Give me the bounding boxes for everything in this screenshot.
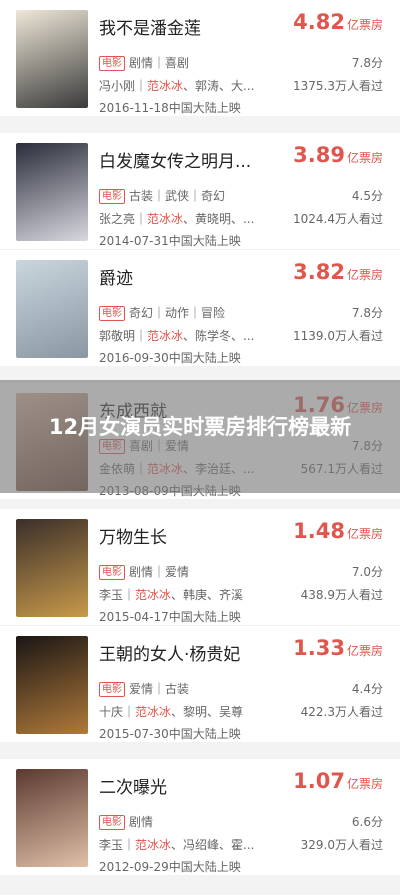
movie-title[interactable]: 王朝的女人·杨贵妃 — [99, 640, 240, 665]
genres: 剧情｜喜剧 — [129, 56, 190, 70]
genre-row: 电影 剧情｜爱情 — [99, 563, 189, 580]
viewer-count: 329.0万人看过 — [300, 838, 383, 852]
movie-tag: 电影 — [99, 56, 125, 71]
director: 十庆｜ — [99, 705, 136, 719]
box-office: 1.48 亿票房 — [293, 519, 383, 543]
other-cast: 、黄晓明、... — [183, 212, 255, 226]
cast-row: 冯小刚｜范冰冰、郭涛、大... — [99, 77, 254, 94]
movie-tag: 电影 — [99, 306, 125, 321]
director: 冯小刚｜ — [99, 79, 148, 93]
other-cast: 、陈学冬、... — [183, 329, 255, 343]
release-date: 2015-07-30中国大陆上映 — [99, 727, 241, 741]
movie-card[interactable]: 万物生长 1.48 亿票房电影 剧情｜爱情 7.0分李玉｜范冰冰、韩庚、齐溪 438.9万… — [0, 509, 400, 625]
cast-row: 郭敬明｜范冰冰、陈学冬、... — [99, 327, 254, 344]
viewer-count: 1139.0万人看过 — [293, 329, 383, 343]
other-cast: 、韩庚、齐溪 — [171, 588, 244, 602]
box-office-unit: 亿票房 — [346, 527, 383, 541]
banner-title: 12月女演员实时票房排行榜最新 — [48, 415, 352, 439]
viewer-count: 422.3万人看过 — [300, 705, 383, 719]
box-office-unit: 亿票房 — [346, 777, 383, 791]
rating: 4.4分 — [351, 682, 383, 696]
box-office: 1.33 亿票房 — [293, 636, 383, 660]
movie-tag: 电影 — [99, 189, 125, 204]
genre-row: 电影 剧情 — [99, 813, 153, 830]
movie-card[interactable]: 二次曝光 1.07 亿票房电影 剧情 6.6分李玉｜范冰冰、冯绍峰、霍... 329.0万… — [0, 759, 400, 875]
rating: 6.6分 — [351, 815, 383, 829]
release-date: 2014-07-31中国大陆上映 — [99, 234, 241, 248]
movie-poster[interactable] — [16, 260, 88, 358]
movie-card[interactable]: 我不是潘金莲 4.82 亿票房电影 剧情｜喜剧 7.8分冯小刚｜范冰冰、郭涛、大... 1… — [0, 0, 400, 116]
rating: 7.8分 — [351, 56, 383, 70]
cast-row: 李玉｜范冰冰、韩庚、齐溪 — [99, 586, 243, 603]
other-cast: 、郭涛、大... — [183, 79, 255, 93]
movie-poster[interactable] — [16, 143, 88, 241]
box-office: 1.07 亿票房 — [293, 769, 383, 793]
release-date: 2016-11-18中国大陆上映 — [99, 101, 241, 115]
genres: 爱情｜古装 — [129, 682, 190, 696]
movie-tag: 电影 — [99, 565, 125, 580]
movie-title[interactable]: 白发魔女传之明月... — [99, 147, 251, 172]
box-office: 3.82 亿票房 — [293, 260, 383, 284]
genres: 剧情 — [129, 815, 154, 829]
highlighted-actor: 范冰冰 — [147, 212, 184, 226]
box-office-value: 1.07 — [293, 769, 345, 793]
movie-poster[interactable] — [16, 10, 88, 108]
box-office-unit: 亿票房 — [346, 18, 383, 32]
genres: 剧情｜爱情 — [129, 565, 190, 579]
director: 李玉｜ — [99, 838, 136, 852]
movie-title[interactable]: 爵迹 — [99, 264, 133, 289]
box-office-unit: 亿票房 — [346, 151, 383, 165]
highlighted-actor: 范冰冰 — [135, 838, 172, 852]
genres: 古装｜武侠｜奇幻 — [129, 189, 226, 203]
release-date: 2016-09-30中国大陆上映 — [99, 351, 241, 365]
box-office-value: 1.33 — [293, 636, 345, 660]
cast-row: 十庆｜范冰冰、黎明、吴尊 — [99, 703, 243, 720]
box-office: 3.89 亿票房 — [293, 143, 383, 167]
highlighted-actor: 范冰冰 — [135, 705, 172, 719]
rating: 7.8分 — [351, 306, 383, 320]
box-office-unit: 亿票房 — [346, 268, 383, 282]
movie-card[interactable]: 王朝的女人·杨贵妃 1.33 亿票房电影 爱情｜古装 4.4分十庆｜范冰冰、黎明、吴尊 4… — [0, 626, 400, 742]
box-office-value: 3.89 — [293, 143, 345, 167]
other-cast: 、冯绍峰、霍... — [171, 838, 255, 852]
box-office-value: 4.82 — [293, 10, 345, 34]
movie-title[interactable]: 二次曝光 — [99, 773, 167, 798]
box-office-unit: 亿票房 — [346, 644, 383, 658]
director: 张之亮｜ — [99, 212, 148, 226]
movie-poster[interactable] — [16, 769, 88, 867]
release-date: 2015-04-17中国大陆上映 — [99, 610, 241, 624]
rating: 4.5分 — [351, 189, 383, 203]
genres: 奇幻｜动作｜冒险 — [129, 306, 226, 320]
box-office-value: 3.82 — [293, 260, 345, 284]
box-office-value: 1.48 — [293, 519, 345, 543]
box-office: 4.82 亿票房 — [293, 10, 383, 34]
movie-title[interactable]: 万物生长 — [99, 523, 167, 548]
genre-row: 电影 奇幻｜动作｜冒险 — [99, 304, 225, 321]
highlighted-actor: 范冰冰 — [147, 329, 184, 343]
viewer-count: 438.9万人看过 — [300, 588, 383, 602]
viewer-count: 1375.3万人看过 — [293, 79, 383, 93]
other-cast: 、黎明、吴尊 — [171, 705, 244, 719]
rating: 7.0分 — [351, 565, 383, 579]
cast-row: 张之亮｜范冰冰、黄晓明、... — [99, 210, 254, 227]
movie-poster[interactable] — [16, 636, 88, 734]
movie-card[interactable]: 白发魔女传之明月... 3.89 亿票房电影 古装｜武侠｜奇幻 4.5分张之亮｜范冰冰、… — [0, 133, 400, 249]
cast-row: 李玉｜范冰冰、冯绍峰、霍... — [99, 836, 254, 853]
director: 郭敬明｜ — [99, 329, 148, 343]
highlighted-actor: 范冰冰 — [135, 588, 172, 602]
movie-tag: 电影 — [99, 815, 125, 830]
genre-row: 电影 爱情｜古装 — [99, 680, 189, 697]
release-date: 2012-09-29中国大陆上映 — [99, 860, 241, 874]
highlighted-actor: 范冰冰 — [147, 79, 184, 93]
viewer-count: 1024.4万人看过 — [293, 212, 383, 226]
movie-poster[interactable] — [16, 519, 88, 617]
genre-row: 电影 剧情｜喜剧 — [99, 54, 189, 71]
director: 李玉｜ — [99, 588, 136, 602]
movie-title[interactable]: 我不是潘金莲 — [99, 14, 201, 39]
movie-card[interactable]: 爵迹 3.82 亿票房电影 奇幻｜动作｜冒险 7.8分郭敬明｜范冰冰、陈学冬、... 11… — [0, 250, 400, 366]
movie-tag: 电影 — [99, 682, 125, 697]
genre-row: 电影 古装｜武侠｜奇幻 — [99, 187, 225, 204]
